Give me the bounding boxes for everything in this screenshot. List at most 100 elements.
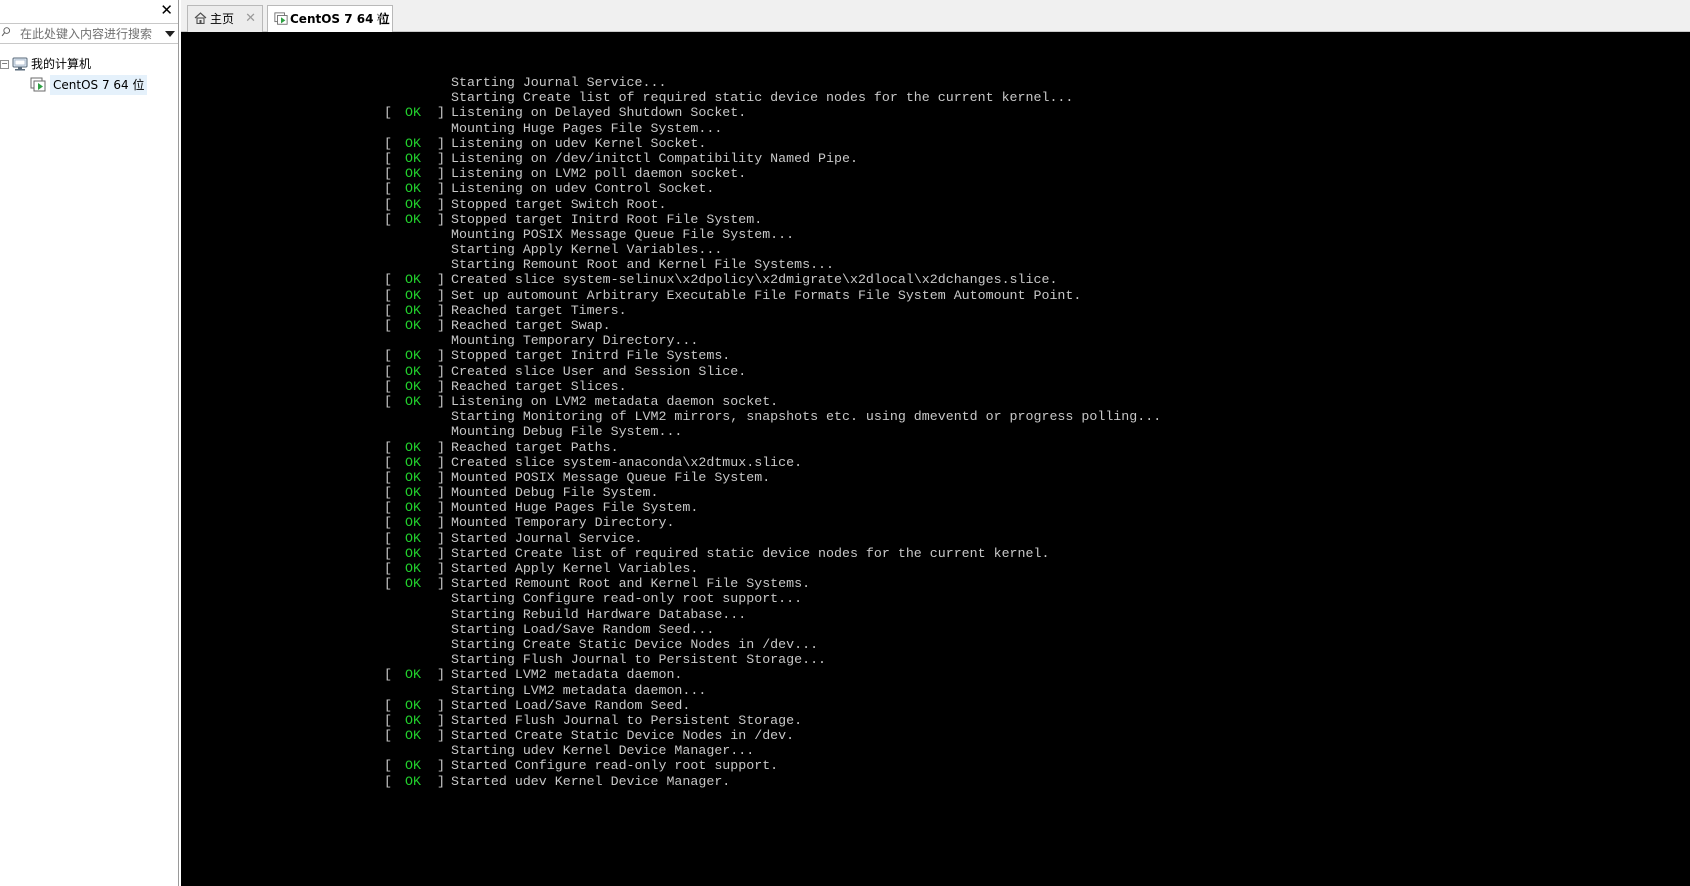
console-message: Starting Monitoring of LVM2 mirrors, sna… [451,409,1162,425]
status-ok: OK [405,545,421,561]
console-message: Starting LVM2 metadata daemon... [451,682,707,698]
console-message: Mounted Huge Pages File System. [451,500,699,516]
vm-running-icon [30,77,46,92]
status-ok: OK [405,378,421,394]
status-bracket-close: ] [437,758,445,774]
status-ok: OK [405,758,421,774]
status-bracket-open: [ [384,181,392,197]
dropdown-arrow-icon[interactable] [165,31,175,37]
status-bracket-open: [ [384,667,392,683]
status-ok: OK [405,515,421,531]
status-bracket-close: ] [437,439,445,455]
console-message: Created slice system-anaconda\x2dtmux.sl… [451,454,803,470]
status-bracket-close: ] [437,166,445,182]
status-bracket-close: ] [437,697,445,713]
tab-home[interactable]: 主页 ✕ [187,5,263,32]
console-message: Starting udev Kernel Device Manager... [451,743,755,759]
console-message: Starting Remount Root and Kernel File Sy… [451,257,835,273]
status-bracket-open: [ [384,515,392,531]
status-bracket-open: [ [384,287,392,303]
status-bracket-close: ] [437,181,445,197]
console-message: Started Apply Kernel Variables. [451,561,699,576]
status-ok: OK [405,363,421,379]
status-ok: OK [405,712,421,728]
collapse-toggle-icon[interactable]: − [0,60,9,69]
console-message: Stopped target Initrd Root File System. [451,211,763,227]
status-bracket-close: ] [437,530,445,546]
status-bracket-close: ] [437,378,445,394]
console-message: Started Remount Root and Kernel File Sys… [451,576,811,592]
close-icon[interactable]: ✕ [245,7,256,31]
tab-bar: 主页 ✕ CentOS 7 64 位 ✕ [181,0,1690,32]
tab-centos-vm[interactable]: CentOS 7 64 位 ✕ [267,5,393,32]
status-ok: OK [405,576,421,592]
status-bracket-open: [ [384,150,392,166]
status-bracket-open: [ [384,576,392,592]
status-ok: OK [405,393,421,409]
status-bracket-open: [ [384,485,392,501]
console-message: Mounting Debug File System... [451,424,683,440]
console-message: Starting Create list of required static … [451,90,1074,106]
status-bracket-close: ] [437,150,445,166]
status-bracket-close: ] [437,712,445,728]
status-bracket-close: ] [437,515,445,531]
console-message: Starting Apply Kernel Variables... [451,242,723,258]
status-bracket-close: ] [437,393,445,409]
status-bracket-close: ] [437,302,445,318]
status-bracket-close: ] [437,196,445,212]
console-message: Started LVM2 metadata daemon. [451,667,683,683]
console-message: Listening on LVM2 metadata daemon socket… [451,393,779,409]
vm-console[interactable]: Starting Journal Service... Starting Crea… [181,32,1690,886]
console-message: Mounting POSIX Message Queue File System… [451,226,795,242]
status-bracket-close: ] [437,576,445,592]
status-bracket-open: [ [384,500,392,516]
console-message: Starting Load/Save Random Seed... [451,621,715,637]
status-bracket-open: [ [384,196,392,212]
status-bracket-open: [ [384,773,392,789]
status-bracket-close: ] [437,500,445,516]
status-bracket-open: [ [384,712,392,728]
status-bracket-open: [ [384,211,392,227]
status-ok: OK [405,454,421,470]
status-bracket-open: [ [384,363,392,379]
status-ok: OK [405,561,421,576]
status-ok: OK [405,500,421,516]
status-bracket-open: [ [384,545,392,561]
status-ok: OK [405,272,421,288]
status-bracket-close: ] [437,469,445,485]
console-message: Stopped target Initrd File Systems. [451,348,731,364]
status-bracket-open: [ [384,393,392,409]
console-message: Reached target Timers. [451,302,627,318]
status-ok: OK [405,530,421,546]
status-ok: OK [405,211,421,227]
search-placeholder: 在此处键入内容进行搜索 [20,27,153,41]
console-message: Reached target Slices. [451,378,627,394]
console-message: Listening on Delayed Shutdown Socket. [451,105,747,121]
search-input[interactable]: 在此处键入内容进行搜索 [0,23,178,44]
close-icon[interactable]: ✕ [160,1,173,19]
status-bracket-close: ] [437,272,445,288]
status-ok: OK [405,287,421,303]
status-bracket-open: [ [384,728,392,744]
tree-item-my-computer[interactable]: − 我的计算机 [0,54,178,74]
console-message: Reached target Paths. [451,439,619,455]
console-message: Mounted Debug File System. [451,485,659,501]
status-bracket-close: ] [437,287,445,303]
status-bracket-open: [ [384,439,392,455]
close-icon[interactable]: ✕ [375,7,386,31]
status-ok: OK [405,318,421,333]
status-bracket-open: [ [384,272,392,288]
computer-icon [12,57,28,71]
status-bracket-close: ] [437,211,445,227]
status-bracket-close: ] [437,545,445,561]
console-message: Started Load/Save Random Seed. [451,697,691,713]
status-bracket-open: [ [384,318,392,333]
home-icon [194,12,207,24]
console-message: Started Configure read-only root support… [451,758,779,774]
status-ok: OK [405,196,421,212]
status-ok: OK [405,105,421,121]
status-ok: OK [405,135,421,151]
console-message: Mounted POSIX Message Queue File System. [451,469,771,485]
console-message: Starting Flush Journal to Persistent Sto… [451,652,827,668]
console-message: Starting Rebuild Hardware Database... [451,606,747,622]
